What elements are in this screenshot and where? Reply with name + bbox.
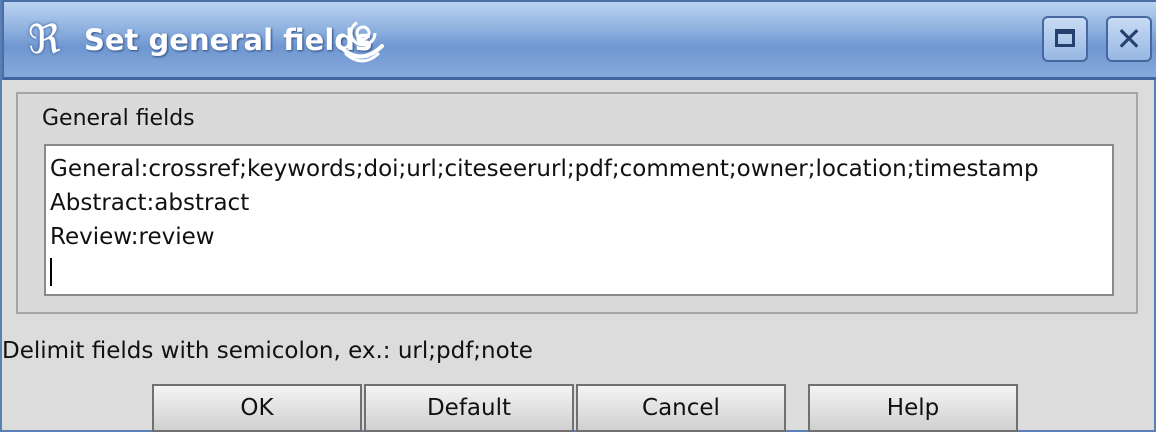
window-title: Set general fields [84,23,373,57]
ok-button[interactable]: OK [152,384,362,432]
swirl-icon [340,19,384,63]
fields-line: Review:review [50,224,215,250]
title-bar[interactable]: ℜ Set general fields ✕ [2,0,1156,80]
maximize-icon [1055,29,1075,47]
default-button[interactable]: Default [364,384,574,432]
delimiter-hint: Delimit fields with semicolon, ex.: url;… [2,338,533,364]
text-caret [50,257,52,286]
cancel-button[interactable]: Cancel [576,384,786,432]
fields-textarea[interactable]: General:crossref;keywords;doi;url;citese… [44,144,1114,296]
fields-line: Abstract:abstract [50,190,250,216]
dialog-window: ℜ Set general fields ✕ General fields Ge… [0,0,1156,432]
close-icon: ✕ [1115,20,1143,58]
maximize-button[interactable] [1042,16,1088,62]
group-label: General fields [42,106,195,131]
close-button[interactable]: ✕ [1106,16,1152,62]
app-logo-icon: ℜ [28,17,61,63]
text-caret-line [50,254,1108,288]
help-button[interactable]: Help [808,384,1018,432]
fields-line: General:crossref;keywords;doi;url;citese… [50,156,1039,182]
general-fields-group: General fields General:crossref;keywords… [16,92,1138,314]
